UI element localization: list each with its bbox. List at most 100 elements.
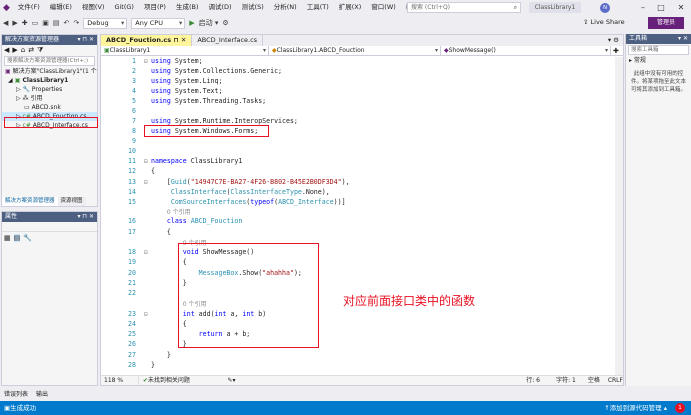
menu-file[interactable]: 文件(F) (13, 0, 45, 15)
tree-project[interactable]: ◢ ▣ ClassLibrary1 (2, 76, 97, 85)
debug-tools-icon[interactable]: ⚙ (222, 19, 228, 27)
menu-build[interactable]: 生成(B) (171, 0, 204, 15)
tree-item-label: 引用 (30, 95, 43, 102)
start-icon[interactable]: ▶ (189, 19, 194, 27)
start-button[interactable]: 启动 ▾ (199, 18, 219, 28)
member-nav-value: ShowMessage() (448, 47, 496, 54)
search-placeholder: 搜索 (Ctrl+Q) (411, 4, 451, 11)
split-editor-icon[interactable]: ✚ (611, 46, 619, 55)
tab-error-list[interactable]: 错误列表 (4, 388, 28, 401)
save-icon[interactable]: ▣ (42, 19, 49, 27)
vs-logo-icon: ◆ (3, 2, 10, 13)
pin-icon[interactable]: ▾ ⊓ ✕ (77, 212, 94, 222)
status-message: 生成成功 (10, 404, 37, 412)
no-issues-label[interactable]: 未找到相关问题 (148, 376, 228, 386)
explorer-search-input[interactable]: 搜索解决方案资源管理器(Ctrl+;) (4, 56, 95, 66)
tree-item-label: Properties (31, 86, 63, 93)
properties-object-select[interactable] (2, 222, 97, 232)
highlight-box-using (144, 125, 269, 137)
toolbox-group-general[interactable]: ▸ 常规 (626, 56, 691, 66)
line-ending-indicator[interactable]: CRLF (608, 376, 623, 386)
project-label: ClassLibrary1 (22, 77, 69, 84)
type-nav-select[interactable]: ◆ClassLibrary1.ABCD_Fouction ▾ (269, 46, 441, 56)
live-share-button[interactable]: ⇪ Live Share (583, 17, 625, 28)
member-nav-select[interactable]: ◆ShowMessage() ▾ (441, 46, 611, 56)
zoom-select[interactable]: 118 % (101, 375, 139, 386)
menu-view[interactable]: 视图(V) (77, 0, 110, 15)
tree-item-references[interactable]: ▷ ⁂ 引用 (2, 94, 97, 103)
solution-explorer-title-text: 解决方案资源管理器 (5, 36, 60, 43)
open-icon[interactable]: ▭ (32, 19, 39, 27)
menu-project[interactable]: 项目(P) (139, 0, 171, 15)
forward-icon[interactable]: ▶ (12, 46, 17, 54)
vertical-scrollbar[interactable] (615, 57, 623, 375)
menu-debug[interactable]: 调试(D) (203, 0, 236, 15)
tab-output[interactable]: 输出 (36, 388, 48, 401)
platform-select[interactable]: Any CPU ▾ (131, 17, 186, 29)
tab-interface-cs[interactable]: ABCD_Interface.cs (192, 35, 264, 46)
redo-icon[interactable]: ↷ (73, 19, 79, 27)
code-line: 11 ⊟ namespace ClassLibrary1 (128, 157, 243, 165)
categorized-icon[interactable]: ▦ (4, 234, 11, 242)
admin-button[interactable]: 管理员 (648, 17, 684, 29)
chevron-down-icon: ▾ (604, 47, 608, 54)
tab-solution-explorer[interactable]: 解决方案资源管理器 (2, 197, 58, 206)
undo-icon[interactable]: ↶ (64, 19, 70, 27)
wrench-icon: 🔧 (22, 86, 32, 93)
project-nav-select[interactable]: ▣ClassLibrary1 ▾ (101, 46, 269, 56)
notification-badge[interactable]: 1 (675, 403, 685, 413)
menu-test[interactable]: 测试(S) (237, 0, 269, 15)
minimize-button[interactable]: – (634, 0, 652, 15)
tab-overflow-icon[interactable]: ▾ ⚙ (263, 35, 623, 46)
menu-extensions[interactable]: 扩展(X) (334, 0, 367, 15)
close-button[interactable]: ✕ (672, 0, 690, 15)
menu-git[interactable]: Git(G) (109, 0, 139, 15)
save-all-icon[interactable]: ▤ (53, 19, 60, 27)
live-share-icon: ⇪ (583, 18, 591, 26)
search-icon: ⌕ (513, 4, 517, 11)
alphabetical-icon[interactable]: ▤ (13, 233, 21, 242)
editor-tabs: ABCD_Fouction.cs ⊓ ✕ ABCD_Interface.cs ▾… (101, 35, 623, 46)
add-to-source-control[interactable]: 添加到源代码管理 ▴ (610, 401, 667, 415)
tree-solution[interactable]: ▣ 解决方案"ClassLibrary1"(1 个 (2, 67, 97, 76)
type-nav-value: ClassLibrary1.ABCD_Fouction (276, 47, 365, 54)
menu-window[interactable]: 窗口(W) (366, 0, 401, 15)
expand-arrow-icon[interactable]: ◢ (8, 77, 15, 84)
tab-fouction-cs[interactable]: ABCD_Fouction.cs ⊓ ✕ (101, 35, 193, 46)
sync-icon[interactable]: ⇄ (28, 46, 34, 54)
home-icon[interactable]: ⌂ (21, 46, 25, 54)
tree-item-snk[interactable]: ▭ ABCD.snk (2, 103, 97, 112)
back-icon[interactable]: ◀ (4, 46, 9, 54)
code-line: 9 (132, 137, 136, 145)
pin-icon[interactable]: ▾ ⊓ ✕ (77, 35, 94, 45)
chevron-down-icon: ▾ (121, 18, 125, 27)
toolbox-search-input[interactable]: 搜索工具箱 (628, 45, 689, 55)
properties-panel: 属性 ▾ ⊓ ✕ ▦ ▤ 🔧 (1, 211, 98, 386)
configuration-select[interactable]: Debug ▾ (83, 17, 128, 29)
solution-name-badge[interactable]: ClassLibrary1 (529, 2, 581, 13)
menu-tools[interactable]: 工具(T) (302, 0, 334, 15)
wrench-icon[interactable]: 🔧 (23, 234, 32, 242)
maximize-button[interactable]: □ (652, 0, 670, 15)
menu-edit[interactable]: 编辑(E) (45, 0, 77, 15)
properties-toolbar: ▦ ▤ 🔧 (2, 232, 97, 243)
status-bar: ▣ 生成成功 ↑ 添加到源代码管理 ▴ 1 (0, 401, 691, 415)
pin-icon[interactable]: ⊓ (173, 36, 178, 44)
chevron-down-icon: ▾ (179, 18, 183, 27)
avatar[interactable]: N (600, 3, 610, 13)
solution-label: 解决方案"ClassLibrary1"(1 个 (12, 68, 97, 75)
tab-resource-view[interactable]: 资源视图 (58, 197, 86, 206)
whitespace-indicator[interactable]: 空格 (588, 376, 608, 386)
pin-icon[interactable]: ▾ ✕ (678, 34, 688, 44)
back-icon[interactable]: ◀ (3, 19, 8, 27)
menu-analyze[interactable]: 分析(N) (269, 0, 302, 15)
reference-count[interactable]: 0 个引用 (167, 209, 191, 216)
filter-icon[interactable]: ⧩ (37, 46, 43, 55)
tree-item-properties[interactable]: ▷ 🔧 Properties (2, 85, 97, 94)
close-icon[interactable]: ✕ (181, 36, 186, 44)
brush-icon[interactable]: ✎▾ (228, 376, 527, 386)
forward-icon[interactable]: ▶ (12, 19, 17, 27)
toolbox-title: 工具箱 ▾ ✕ (626, 34, 691, 44)
new-item-icon[interactable]: ✚ (22, 19, 28, 27)
search-input[interactable]: 搜索 (Ctrl+Q) ⌕ (407, 2, 521, 13)
